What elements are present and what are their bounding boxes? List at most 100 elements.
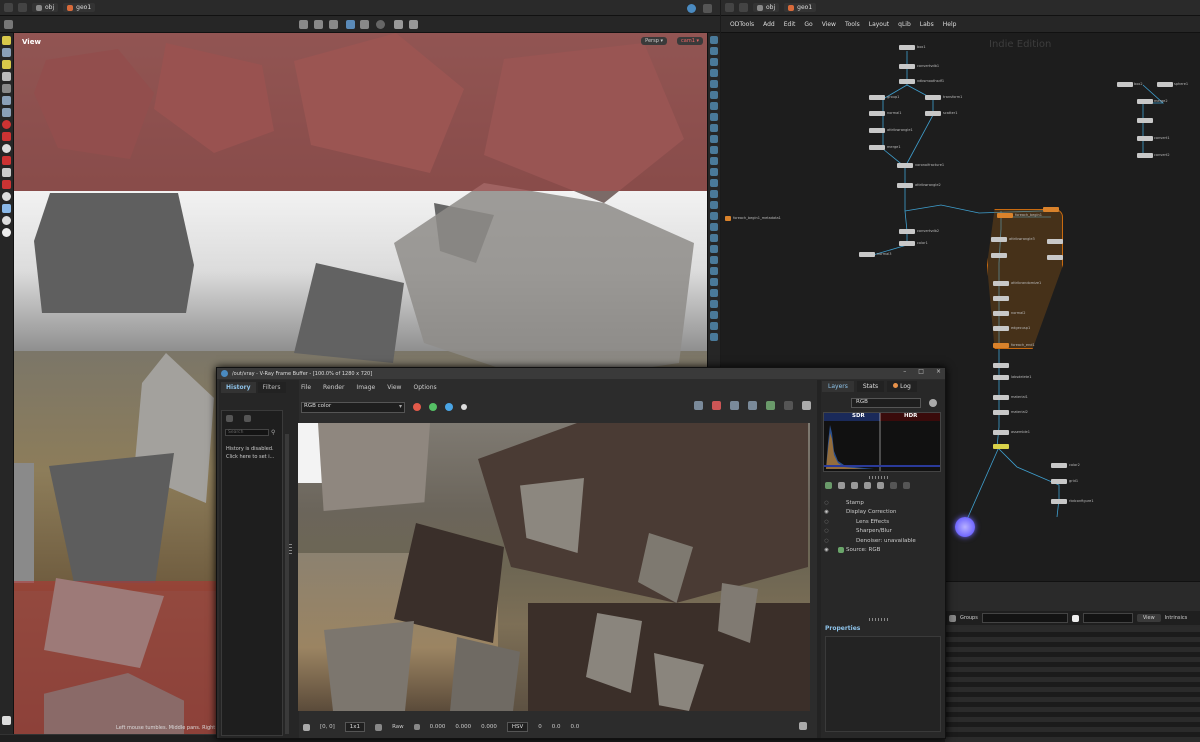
history-save-icon[interactable] <box>226 415 233 422</box>
layer-row[interactable]: ○ Sharpen/Blur <box>823 527 941 537</box>
record-icon[interactable] <box>2 120 11 129</box>
network-node[interactable] <box>993 343 1009 348</box>
forward-arrow-icon[interactable] <box>18 3 27 12</box>
network-node[interactable] <box>859 252 875 257</box>
display-option-icon[interactable] <box>710 278 718 286</box>
histogram[interactable]: SDR HDR <box>823 412 941 472</box>
display-option-icon[interactable] <box>710 300 718 308</box>
display-option-icon[interactable] <box>710 311 718 319</box>
network-node[interactable] <box>1047 239 1063 244</box>
net-path-obj[interactable]: obj <box>753 3 780 12</box>
intrinsics-label[interactable]: Intrinsics <box>1165 615 1188 621</box>
render-teapot-icon[interactable] <box>802 401 811 410</box>
network-node[interactable] <box>991 253 1007 258</box>
network-node[interactable] <box>993 363 1009 368</box>
zoom-select[interactable]: 1x1 <box>344 722 366 732</box>
network-node[interactable] <box>1047 255 1063 260</box>
render-image[interactable] <box>298 423 810 711</box>
perspective-menu[interactable]: Persp ▾ <box>641 37 667 45</box>
undo-icon[interactable] <box>890 482 897 489</box>
channel-select[interactable]: RGB color <box>301 401 405 413</box>
network-node[interactable] <box>993 410 1009 415</box>
camera-link-icon[interactable] <box>2 204 11 213</box>
display-option-icon[interactable] <box>710 333 718 341</box>
region-render-icon[interactable] <box>730 401 739 410</box>
brush-tool-icon[interactable] <box>2 84 11 93</box>
net-path-geo1[interactable]: geo1 <box>784 3 817 12</box>
snap-magnet-icon[interactable] <box>2 132 11 141</box>
network-node[interactable] <box>993 375 1009 380</box>
layer-row[interactable]: ○ Lens Effects <box>823 517 941 527</box>
select-tool-icon[interactable] <box>2 36 11 45</box>
network-node[interactable] <box>993 430 1009 435</box>
light-bulb-icon[interactable] <box>2 228 11 237</box>
filter-icon[interactable] <box>1071 614 1079 622</box>
add-layer-icon[interactable] <box>825 482 832 489</box>
network-node[interactable] <box>869 95 885 100</box>
pick-pixel-icon[interactable] <box>303 723 310 731</box>
curve-icon[interactable] <box>375 723 383 731</box>
network-node[interactable] <box>1051 479 1067 484</box>
network-node[interactable] <box>1157 82 1173 87</box>
tab-log[interactable]: Log <box>887 381 917 392</box>
camera-icon[interactable] <box>394 20 403 29</box>
snap-icon[interactable] <box>299 20 308 29</box>
network-node[interactable] <box>1043 207 1059 212</box>
display-option-icon[interactable] <box>710 146 718 154</box>
display-option-icon[interactable] <box>710 201 718 209</box>
history-disabled-text[interactable]: History is disabled. Click here to set i… <box>226 445 282 461</box>
network-node[interactable] <box>993 281 1009 286</box>
network-node[interactable] <box>869 128 885 133</box>
settings-gear-icon[interactable] <box>929 399 937 407</box>
menu-options[interactable]: Options <box>413 384 436 391</box>
path-obj[interactable]: obj <box>32 3 59 12</box>
magnet-icon[interactable] <box>2 180 11 189</box>
display-option-icon[interactable] <box>710 91 718 99</box>
vfb-titlebar[interactable]: /out/vray - V-Ray Frame Buffer - [100.0%… <box>217 368 945 379</box>
menu-render[interactable]: Render <box>323 384 344 391</box>
network-node[interactable] <box>925 111 941 116</box>
layer-stack-icon[interactable] <box>838 482 845 489</box>
properties-splitter[interactable] <box>869 618 889 621</box>
menu-odtools[interactable]: ODTools <box>730 21 754 28</box>
network-node[interactable] <box>899 79 915 84</box>
path-geo1[interactable]: geo1 <box>63 3 96 12</box>
display-option-icon[interactable] <box>710 322 718 330</box>
layer-list-icon[interactable] <box>877 482 884 489</box>
network-node[interactable] <box>993 395 1009 400</box>
network-node[interactable] <box>725 216 731 221</box>
menu-labs[interactable]: Labs <box>920 21 934 28</box>
menu-view[interactable]: View <box>387 384 401 391</box>
compare-icon[interactable] <box>748 401 757 410</box>
histogram-splitter[interactable] <box>869 476 889 479</box>
expand-panel-icon[interactable] <box>799 722 807 730</box>
skeleton-icon[interactable] <box>2 168 11 177</box>
eye-icon[interactable]: ○ <box>823 519 830 525</box>
view-button[interactable]: View <box>1136 614 1161 622</box>
network-node[interactable] <box>1137 153 1153 158</box>
network-node[interactable] <box>993 296 1009 301</box>
tab-stats[interactable]: Stats <box>856 381 885 392</box>
menu-add[interactable]: Add <box>763 21 775 28</box>
pane-menu-icon[interactable] <box>703 4 712 13</box>
eye-icon[interactable]: ◉ <box>823 547 830 553</box>
network-node[interactable] <box>1051 463 1067 468</box>
display-option-icon[interactable] <box>710 157 718 165</box>
menu-layout[interactable]: Layout <box>869 21 889 28</box>
back-arrow-icon[interactable] <box>4 3 13 12</box>
grid-toggle-icon[interactable] <box>4 20 13 29</box>
transform-tool-icon[interactable] <box>2 48 11 57</box>
eye-icon[interactable]: ○ <box>823 528 830 534</box>
network-node[interactable] <box>1137 136 1153 141</box>
display-option-icon[interactable] <box>710 69 718 77</box>
visibility-icon[interactable] <box>2 144 11 153</box>
green-channel-icon[interactable] <box>429 403 437 411</box>
history-scrollbar[interactable] <box>285 434 289 734</box>
tab-layers[interactable]: Layers <box>822 381 854 392</box>
save-all-icon[interactable] <box>712 401 721 410</box>
layer-row[interactable]: ◉ Display Correction <box>823 508 941 518</box>
save-image-icon[interactable] <box>694 401 703 410</box>
history-load-icon[interactable] <box>244 415 251 422</box>
blue-channel-icon[interactable] <box>445 403 453 411</box>
group-name-field[interactable] <box>1082 613 1133 623</box>
